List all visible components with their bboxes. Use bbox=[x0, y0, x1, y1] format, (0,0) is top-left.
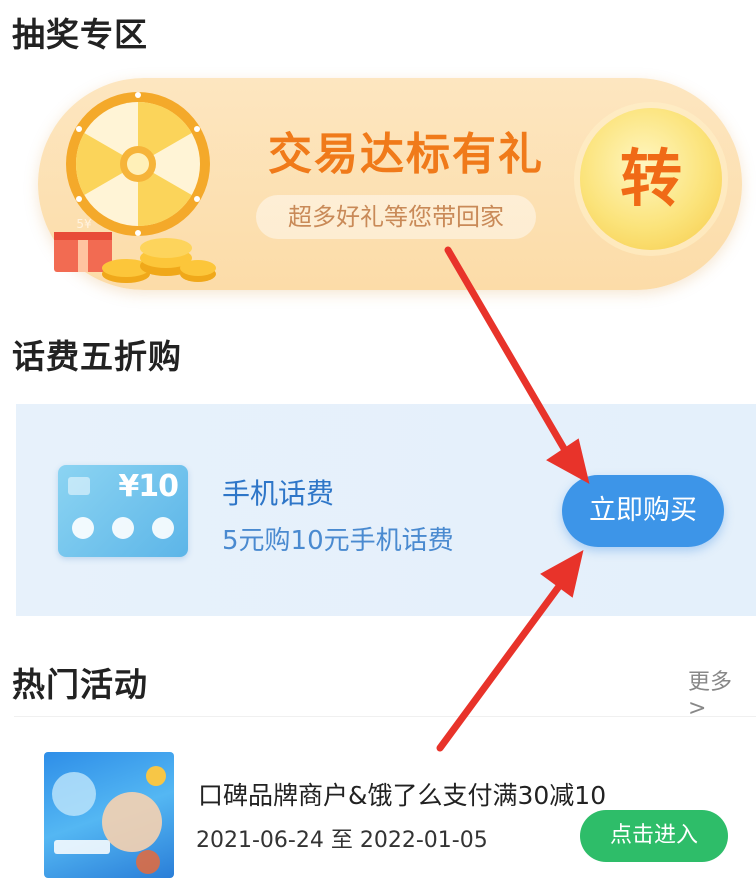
gold-coins-icon bbox=[102, 238, 216, 283]
activity-thumbnail-image bbox=[44, 752, 174, 878]
activity-date-range: 2021-06-24 至 2022-01-05 bbox=[196, 828, 488, 853]
recharge-card-value: ¥10 bbox=[118, 469, 179, 504]
carrier-logo-icon bbox=[112, 517, 134, 539]
lottery-banner-subtitle: 超多好礼等您带回家 bbox=[256, 195, 536, 239]
spin-button[interactable]: 转 bbox=[580, 108, 722, 250]
more-link[interactable]: 更多 > bbox=[688, 664, 756, 721]
phone-credit-description: 5元购10元手机话费 bbox=[222, 526, 454, 556]
gift-badge-text: 5¥ bbox=[76, 218, 92, 231]
activity-title: 口碑品牌商户&饿了么支付满30减10 bbox=[198, 781, 607, 810]
lottery-banner-title: 交易达标有礼 bbox=[268, 129, 544, 180]
buy-now-button[interactable]: 立即购买 bbox=[562, 475, 724, 547]
lottery-section-title: 抽奖专区 bbox=[12, 15, 148, 54]
enter-activity-button[interactable]: 点击进入 bbox=[580, 810, 728, 862]
sim-chip-icon bbox=[68, 477, 90, 495]
phone-credit-title: 手机话费 bbox=[222, 477, 335, 510]
carrier-logo-icon bbox=[72, 517, 94, 539]
recharge-card-image: ¥10 bbox=[58, 465, 188, 557]
phone-credit-section-title: 话费五折购 bbox=[12, 337, 182, 376]
hot-activities-section-title: 热门活动 bbox=[12, 665, 148, 704]
carrier-logo-icon bbox=[152, 517, 174, 539]
